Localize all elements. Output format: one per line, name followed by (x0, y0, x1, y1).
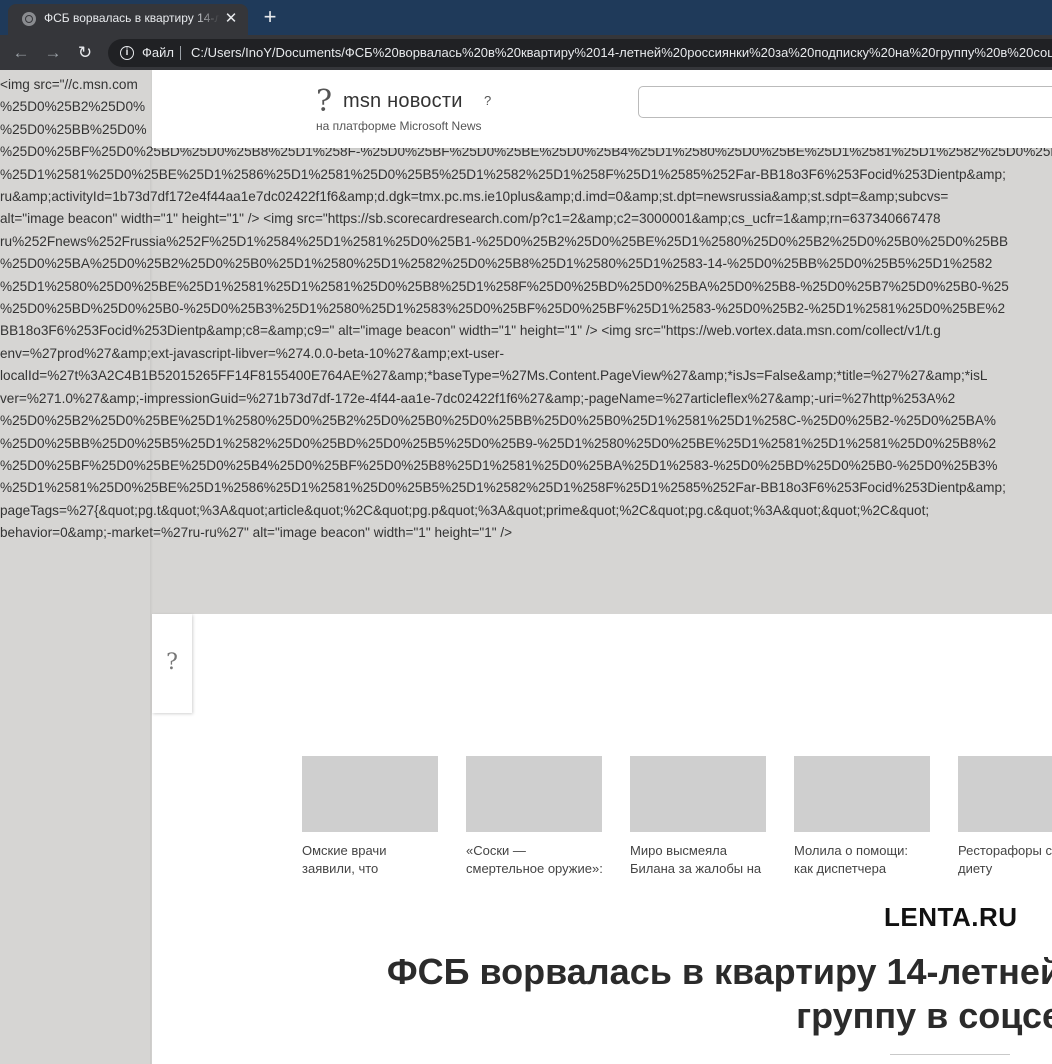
card-title[interactable]: Миро высмеяла Билана за жалобы на (630, 842, 766, 878)
card-thumbnail[interactable] (630, 756, 766, 832)
related-card[interactable]: Молила о помощи: как диспетчера (794, 756, 930, 878)
address-separator (180, 46, 181, 60)
raw-markup-line: %25D0%25BA%25D0%25B2%25D0%25B0%25D1%2580… (0, 256, 993, 272)
card-thumbnail[interactable] (958, 756, 1052, 832)
raw-markup-line: ver=%271.0%27&amp;-impressionGuid=%271b7… (0, 390, 956, 406)
msn-subtitle: на платформе Microsoft News (316, 119, 482, 133)
card-title[interactable]: Молила о помощи: как диспетчера (794, 842, 930, 878)
card-thumbnail[interactable] (794, 756, 930, 832)
close-icon[interactable]: ✕ (222, 10, 240, 28)
placeholder-icon: ? (166, 650, 178, 675)
forward-arrow-icon[interactable]: → (40, 40, 66, 66)
raw-markup-line: behavior=0&amp;-market=%27ru-ru%27" alt=… (0, 525, 513, 541)
source-logo[interactable]: LENTA.RU (884, 902, 1018, 933)
card-title[interactable]: «Соски — смертельное оружие»: (466, 842, 603, 878)
file-scheme-label: Файл (142, 45, 174, 60)
raw-markup-line: pageTags=%27{&quot;pg.t&quot;%3A&quot;ar… (0, 502, 930, 518)
info-icon[interactable]: i (120, 46, 134, 60)
related-card[interactable]: Омские врачи заявили, что (302, 756, 438, 878)
browser-toolbar: ← → ↻ i Файл C:/Users/InoY/Documents/ФСБ… (0, 35, 1052, 70)
page-viewport: <img src="//c.msn.com %25D0%25B2%25D0% %… (0, 70, 1052, 1064)
raw-markup-line: localId=%27t%3A2C4B1B52015265FF14F815540… (0, 368, 988, 384)
article-headline: ФСБ ворвалась в квартиру 14-летней групп… (386, 951, 1052, 1036)
card-title[interactable]: Омские врачи заявили, что (302, 842, 438, 878)
browser-tab[interactable]: ФСБ ворвалась в квартиру 14-летней росси… (8, 4, 248, 35)
raw-markup-line: BB18o3F6%253Focid%253Dientp&amp;c8=&amp;… (0, 323, 941, 339)
related-news-strip: Омские врачи заявили, что «Соски — смерт… (302, 756, 1052, 886)
raw-markup-line: <img src="//c.msn.com (0, 77, 138, 92)
msn-brand-title[interactable]: msn новости (343, 90, 463, 113)
address-bar[interactable]: i Файл C:/Users/InoY/Documents/ФСБ%20вор… (108, 39, 1052, 67)
msn-logo-icon[interactable]: ? (316, 84, 332, 119)
raw-markup-line: env=%27prod%27&amp;ext-javascript-libver… (0, 345, 504, 361)
globe-icon (22, 12, 36, 26)
related-card[interactable]: «Соски — смертельное оружие»: (466, 756, 603, 878)
tab-title: ФСБ ворвалась в квартиру 14-летней росси… (44, 11, 220, 25)
card-title[interactable]: Ресторафоры се диету (958, 842, 1052, 878)
headline-divider (890, 1054, 1010, 1055)
reload-icon[interactable]: ↻ (72, 40, 98, 66)
msn-brand-sup: ? (484, 93, 492, 108)
raw-markup-line: ru&amp;activityId=1b73d7df172e4f44aa1e7d… (0, 189, 949, 205)
card-thumbnail[interactable] (466, 756, 602, 832)
raw-markup-line: %25D0%25BB%25D0% (0, 121, 147, 137)
url-text[interactable]: C:/Users/InoY/Documents/ФСБ%20ворвалась%… (191, 45, 1052, 60)
tab-strip: ФСБ ворвалась в квартиру 14-летней росси… (0, 0, 1052, 35)
raw-markup-line: alt="image beacon" width="1" height="1" … (0, 211, 941, 227)
related-card[interactable]: Ресторафоры се диету (958, 756, 1052, 878)
raw-markup-line: %25D0%25B2%25D0% (0, 99, 146, 115)
search-input[interactable] (638, 86, 1052, 118)
card-thumbnail[interactable] (302, 756, 438, 832)
new-tab-button[interactable]: + (258, 4, 282, 30)
back-arrow-icon[interactable]: ← (8, 40, 34, 66)
related-card[interactable]: Миро высмеяла Билана за жалобы на (630, 756, 766, 878)
msn-header: ? msn новости ? на платформе Microsoft N… (152, 70, 1052, 148)
side-share-tab[interactable]: ? (152, 614, 192, 713)
